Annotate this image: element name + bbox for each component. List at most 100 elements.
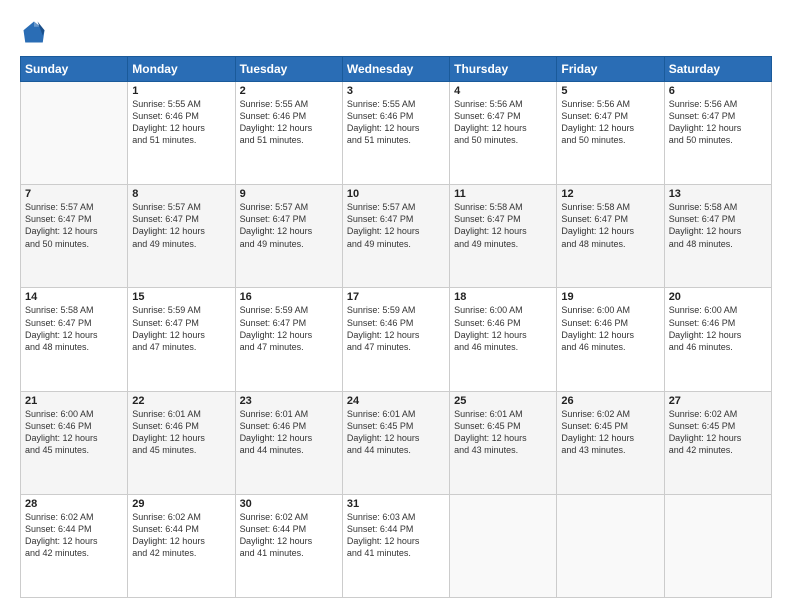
day-number: 30	[240, 498, 338, 510]
day-number: 11	[454, 188, 552, 200]
day-info: Sunrise: 5:58 AM Sunset: 6:47 PM Dayligh…	[561, 201, 659, 250]
logo	[20, 18, 52, 46]
calendar-cell: 31Sunrise: 6:03 AM Sunset: 6:44 PM Dayli…	[342, 494, 449, 597]
day-info: Sunrise: 5:55 AM Sunset: 6:46 PM Dayligh…	[240, 98, 338, 147]
calendar-cell: 7Sunrise: 5:57 AM Sunset: 6:47 PM Daylig…	[21, 185, 128, 288]
weekday-header-row: SundayMondayTuesdayWednesdayThursdayFrid…	[21, 57, 772, 82]
day-info: Sunrise: 6:01 AM Sunset: 6:45 PM Dayligh…	[347, 408, 445, 457]
calendar-cell: 27Sunrise: 6:02 AM Sunset: 6:45 PM Dayli…	[664, 391, 771, 494]
day-info: Sunrise: 6:01 AM Sunset: 6:46 PM Dayligh…	[240, 408, 338, 457]
day-info: Sunrise: 5:56 AM Sunset: 6:47 PM Dayligh…	[669, 98, 767, 147]
day-info: Sunrise: 5:57 AM Sunset: 6:47 PM Dayligh…	[132, 201, 230, 250]
day-number: 8	[132, 188, 230, 200]
day-number: 6	[669, 85, 767, 97]
day-info: Sunrise: 6:00 AM Sunset: 6:46 PM Dayligh…	[669, 304, 767, 353]
calendar-cell: 30Sunrise: 6:02 AM Sunset: 6:44 PM Dayli…	[235, 494, 342, 597]
weekday-header-tuesday: Tuesday	[235, 57, 342, 82]
logo-icon	[20, 18, 48, 46]
calendar-week-row: 28Sunrise: 6:02 AM Sunset: 6:44 PM Dayli…	[21, 494, 772, 597]
calendar-cell: 20Sunrise: 6:00 AM Sunset: 6:46 PM Dayli…	[664, 288, 771, 391]
calendar-cell: 16Sunrise: 5:59 AM Sunset: 6:47 PM Dayli…	[235, 288, 342, 391]
calendar-cell: 2Sunrise: 5:55 AM Sunset: 6:46 PM Daylig…	[235, 82, 342, 185]
day-number: 21	[25, 395, 123, 407]
calendar-cell	[557, 494, 664, 597]
day-info: Sunrise: 5:56 AM Sunset: 6:47 PM Dayligh…	[454, 98, 552, 147]
calendar-cell: 17Sunrise: 5:59 AM Sunset: 6:46 PM Dayli…	[342, 288, 449, 391]
weekday-header-thursday: Thursday	[450, 57, 557, 82]
calendar-cell: 14Sunrise: 5:58 AM Sunset: 6:47 PM Dayli…	[21, 288, 128, 391]
day-info: Sunrise: 6:02 AM Sunset: 6:44 PM Dayligh…	[132, 511, 230, 560]
calendar-cell: 13Sunrise: 5:58 AM Sunset: 6:47 PM Dayli…	[664, 185, 771, 288]
day-info: Sunrise: 5:59 AM Sunset: 6:47 PM Dayligh…	[132, 304, 230, 353]
weekday-header-friday: Friday	[557, 57, 664, 82]
day-number: 28	[25, 498, 123, 510]
day-info: Sunrise: 5:55 AM Sunset: 6:46 PM Dayligh…	[132, 98, 230, 147]
day-number: 19	[561, 291, 659, 303]
day-info: Sunrise: 5:59 AM Sunset: 6:46 PM Dayligh…	[347, 304, 445, 353]
calendar-cell: 12Sunrise: 5:58 AM Sunset: 6:47 PM Dayli…	[557, 185, 664, 288]
day-info: Sunrise: 6:02 AM Sunset: 6:45 PM Dayligh…	[669, 408, 767, 457]
calendar-cell: 19Sunrise: 6:00 AM Sunset: 6:46 PM Dayli…	[557, 288, 664, 391]
calendar-cell: 9Sunrise: 5:57 AM Sunset: 6:47 PM Daylig…	[235, 185, 342, 288]
day-info: Sunrise: 5:57 AM Sunset: 6:47 PM Dayligh…	[25, 201, 123, 250]
day-number: 2	[240, 85, 338, 97]
day-number: 7	[25, 188, 123, 200]
calendar-cell: 1Sunrise: 5:55 AM Sunset: 6:46 PM Daylig…	[128, 82, 235, 185]
day-number: 12	[561, 188, 659, 200]
day-info: Sunrise: 6:00 AM Sunset: 6:46 PM Dayligh…	[25, 408, 123, 457]
weekday-header-saturday: Saturday	[664, 57, 771, 82]
day-info: Sunrise: 6:03 AM Sunset: 6:44 PM Dayligh…	[347, 511, 445, 560]
calendar-week-row: 21Sunrise: 6:00 AM Sunset: 6:46 PM Dayli…	[21, 391, 772, 494]
day-info: Sunrise: 5:59 AM Sunset: 6:47 PM Dayligh…	[240, 304, 338, 353]
day-info: Sunrise: 6:02 AM Sunset: 6:44 PM Dayligh…	[25, 511, 123, 560]
day-number: 31	[347, 498, 445, 510]
header	[20, 18, 772, 46]
day-number: 16	[240, 291, 338, 303]
calendar-cell: 3Sunrise: 5:55 AM Sunset: 6:46 PM Daylig…	[342, 82, 449, 185]
day-number: 27	[669, 395, 767, 407]
day-number: 4	[454, 85, 552, 97]
calendar-cell	[21, 82, 128, 185]
calendar-cell: 4Sunrise: 5:56 AM Sunset: 6:47 PM Daylig…	[450, 82, 557, 185]
calendar-cell: 15Sunrise: 5:59 AM Sunset: 6:47 PM Dayli…	[128, 288, 235, 391]
calendar-cell: 5Sunrise: 5:56 AM Sunset: 6:47 PM Daylig…	[557, 82, 664, 185]
calendar-cell: 11Sunrise: 5:58 AM Sunset: 6:47 PM Dayli…	[450, 185, 557, 288]
day-number: 29	[132, 498, 230, 510]
weekday-header-monday: Monday	[128, 57, 235, 82]
day-number: 15	[132, 291, 230, 303]
day-number: 13	[669, 188, 767, 200]
calendar-cell: 26Sunrise: 6:02 AM Sunset: 6:45 PM Dayli…	[557, 391, 664, 494]
day-info: Sunrise: 5:57 AM Sunset: 6:47 PM Dayligh…	[347, 201, 445, 250]
calendar-cell: 6Sunrise: 5:56 AM Sunset: 6:47 PM Daylig…	[664, 82, 771, 185]
calendar-week-row: 7Sunrise: 5:57 AM Sunset: 6:47 PM Daylig…	[21, 185, 772, 288]
day-number: 1	[132, 85, 230, 97]
day-info: Sunrise: 5:56 AM Sunset: 6:47 PM Dayligh…	[561, 98, 659, 147]
calendar-week-row: 1Sunrise: 5:55 AM Sunset: 6:46 PM Daylig…	[21, 82, 772, 185]
day-number: 25	[454, 395, 552, 407]
day-number: 24	[347, 395, 445, 407]
day-info: Sunrise: 6:00 AM Sunset: 6:46 PM Dayligh…	[561, 304, 659, 353]
day-number: 23	[240, 395, 338, 407]
day-info: Sunrise: 6:02 AM Sunset: 6:44 PM Dayligh…	[240, 511, 338, 560]
day-number: 26	[561, 395, 659, 407]
day-number: 5	[561, 85, 659, 97]
weekday-header-wednesday: Wednesday	[342, 57, 449, 82]
day-number: 3	[347, 85, 445, 97]
day-info: Sunrise: 6:02 AM Sunset: 6:45 PM Dayligh…	[561, 408, 659, 457]
calendar-cell: 25Sunrise: 6:01 AM Sunset: 6:45 PM Dayli…	[450, 391, 557, 494]
day-number: 10	[347, 188, 445, 200]
day-info: Sunrise: 5:57 AM Sunset: 6:47 PM Dayligh…	[240, 201, 338, 250]
day-number: 14	[25, 291, 123, 303]
day-info: Sunrise: 5:58 AM Sunset: 6:47 PM Dayligh…	[25, 304, 123, 353]
calendar-table: SundayMondayTuesdayWednesdayThursdayFrid…	[20, 56, 772, 598]
weekday-header-sunday: Sunday	[21, 57, 128, 82]
calendar-cell: 8Sunrise: 5:57 AM Sunset: 6:47 PM Daylig…	[128, 185, 235, 288]
calendar-cell: 29Sunrise: 6:02 AM Sunset: 6:44 PM Dayli…	[128, 494, 235, 597]
day-number: 20	[669, 291, 767, 303]
day-info: Sunrise: 6:01 AM Sunset: 6:46 PM Dayligh…	[132, 408, 230, 457]
calendar-cell: 22Sunrise: 6:01 AM Sunset: 6:46 PM Dayli…	[128, 391, 235, 494]
calendar-cell: 24Sunrise: 6:01 AM Sunset: 6:45 PM Dayli…	[342, 391, 449, 494]
day-number: 22	[132, 395, 230, 407]
calendar-cell: 10Sunrise: 5:57 AM Sunset: 6:47 PM Dayli…	[342, 185, 449, 288]
day-info: Sunrise: 6:01 AM Sunset: 6:45 PM Dayligh…	[454, 408, 552, 457]
